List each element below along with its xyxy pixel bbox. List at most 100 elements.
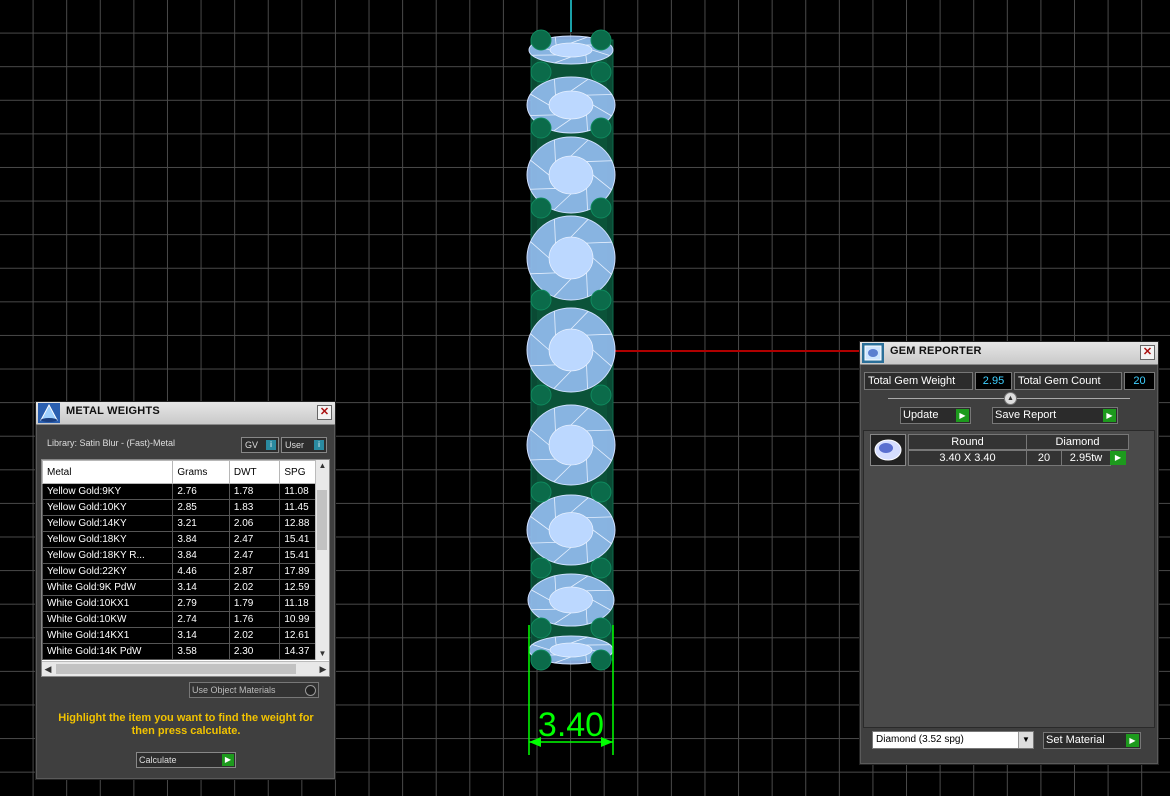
chevron-down-icon[interactable]: ▼	[1018, 732, 1033, 748]
metal-cell: Yellow Gold:9KY	[42, 483, 174, 500]
calculate-label: Calculate	[139, 755, 177, 765]
metal-weights-titlebar[interactable]: METAL WEIGHTS ✕	[36, 402, 335, 425]
grams-cell: 3.58	[172, 643, 230, 660]
prong	[590, 617, 612, 639]
info-icon: i	[266, 440, 276, 450]
table-row[interactable]: Yellow Gold:18KY R... 3.84 2.47 15.41	[42, 547, 329, 564]
gem-thumbnail[interactable]	[870, 434, 906, 466]
table-row[interactable]: Yellow Gold:14KY 3.21 2.06 12.88	[42, 515, 329, 532]
use-object-materials-toggle[interactable]: Use Object Materials	[189, 682, 319, 698]
gem-list: Round Diamond 3.40 X 3.40 20 2.95tw ▶	[863, 430, 1155, 728]
prong	[590, 384, 612, 406]
prong	[530, 557, 552, 579]
column-header-grams[interactable]: Grams	[172, 460, 230, 484]
grams-cell: 3.14	[172, 579, 230, 596]
prong	[530, 29, 552, 51]
gem-stone	[526, 494, 616, 566]
scroll-thumb[interactable]	[56, 664, 296, 674]
grams-cell: 3.84	[172, 547, 230, 564]
close-icon[interactable]: ✕	[1140, 345, 1155, 360]
scroll-left-icon[interactable]: ◀	[42, 662, 54, 676]
table-row[interactable]: Yellow Gold:9KY 2.76 1.78 11.08	[42, 483, 329, 500]
play-icon: ▶	[1126, 734, 1139, 747]
table-row[interactable]: White Gold:9K PdW 3.14 2.02 12.59	[42, 579, 329, 596]
gem-reporter-app-icon	[862, 343, 884, 363]
prong	[530, 649, 552, 671]
gem-reporter-panel: GEM REPORTER ✕ Total Gem Weight 2.95 Tot…	[859, 341, 1159, 765]
table-row[interactable]: White Gold:10KX1 2.79 1.79 11.18	[42, 595, 329, 612]
dwt-cell: 2.47	[228, 547, 281, 564]
grams-cell: 2.76	[172, 483, 230, 500]
table-row[interactable]: Yellow Gold:18KY 3.84 2.47 15.41	[42, 531, 329, 548]
set-material-label: Set Material	[1046, 734, 1105, 746]
play-icon: ▶	[1103, 409, 1116, 422]
material-select[interactable]: Diamond (3.52 spg) ▼	[872, 731, 1034, 749]
library-label: Library: Satin Blur - (Fast)-Metal	[47, 438, 176, 448]
prong	[530, 289, 552, 311]
play-icon: ▶	[956, 409, 969, 422]
table-row[interactable]: Yellow Gold:22KY 4.46 2.87 17.89	[42, 563, 329, 580]
table-row[interactable]: Yellow Gold:10KY 2.85 1.83 11.45	[42, 499, 329, 516]
gem-details-play-icon[interactable]: ▶	[1110, 451, 1126, 465]
prong	[590, 481, 612, 503]
prong	[530, 481, 552, 503]
table-row[interactable]: White Gold:10KW 2.74 1.76 10.99	[42, 611, 329, 628]
prong	[590, 557, 612, 579]
gv-label: GV	[245, 440, 259, 450]
scroll-down-icon[interactable]: ▼	[316, 648, 329, 660]
prong	[590, 289, 612, 311]
metal-weights-title: METAL WEIGHTS	[66, 405, 160, 417]
instruction-text: Highlight the item you want to find the …	[58, 712, 314, 737]
column-header-metal[interactable]: Metal	[42, 460, 174, 484]
user-toggle[interactable]: User i	[281, 437, 327, 453]
update-label: Update	[903, 409, 939, 421]
save-report-label: Save Report	[995, 409, 1057, 421]
metal-cell: White Gold:14KX1	[42, 627, 174, 644]
gem-stone	[526, 307, 616, 393]
update-button[interactable]: Update ▶	[900, 407, 971, 424]
table-row[interactable]: White Gold:14KX1 3.14 2.02 12.61	[42, 627, 329, 644]
grams-cell: 3.21	[172, 515, 230, 532]
scroll-up-icon[interactable]: ▲	[316, 460, 329, 472]
gem-stone	[526, 404, 616, 486]
total-gem-count-value: 20	[1124, 372, 1155, 390]
play-icon: ▶	[222, 754, 234, 766]
dwt-cell: 1.79	[228, 595, 281, 612]
prong	[530, 117, 552, 139]
total-gem-weight-label: Total Gem Weight	[864, 372, 973, 390]
scroll-right-icon[interactable]: ▶	[317, 662, 329, 676]
metal-weights-app-icon	[38, 403, 60, 423]
metal-cell: Yellow Gold:14KY	[42, 515, 174, 532]
horizontal-scrollbar[interactable]: ◀ ▶	[42, 661, 329, 676]
gem-size: 3.40 X 3.40	[908, 450, 1027, 466]
prong	[590, 197, 612, 219]
dwt-cell: 1.78	[228, 483, 281, 500]
gem-reporter-title: GEM REPORTER	[890, 345, 982, 357]
table-row[interactable]: White Gold:14K PdW 3.58 2.30 14.37	[42, 643, 329, 660]
grams-cell: 2.85	[172, 499, 230, 516]
material-select-value: Diamond (3.52 spg)	[876, 734, 964, 745]
dwt-cell: 2.06	[228, 515, 281, 532]
column-header-dwt[interactable]: DWT	[228, 460, 281, 484]
total-gem-count-label: Total Gem Count	[1014, 372, 1122, 390]
slider-handle-icon[interactable]: ▲	[1004, 392, 1017, 405]
scroll-thumb[interactable]	[317, 490, 327, 550]
dwt-cell: 2.30	[228, 643, 281, 660]
set-material-button[interactable]: Set Material ▶	[1043, 732, 1141, 749]
gem-stone	[526, 215, 616, 301]
calculate-button[interactable]: Calculate ▶	[136, 752, 236, 768]
metal-cell: Yellow Gold:22KY	[42, 563, 174, 580]
grams-cell: 3.14	[172, 627, 230, 644]
gem-weight: 2.95tw	[1061, 450, 1111, 466]
user-label: User	[285, 440, 305, 450]
radio-icon	[305, 685, 316, 696]
save-report-button[interactable]: Save Report ▶	[992, 407, 1118, 424]
metal-cell: Yellow Gold:10KY	[42, 499, 174, 516]
metal-cell: White Gold:10KW	[42, 611, 174, 628]
gv-toggle[interactable]: GV i	[241, 437, 279, 453]
prong	[530, 197, 552, 219]
metal-cell: White Gold:10KX1	[42, 595, 174, 612]
close-icon[interactable]: ✕	[317, 405, 332, 420]
vertical-scrollbar[interactable]: ▲ ▼	[315, 460, 329, 660]
gem-reporter-titlebar[interactable]: GEM REPORTER ✕	[860, 342, 1158, 365]
